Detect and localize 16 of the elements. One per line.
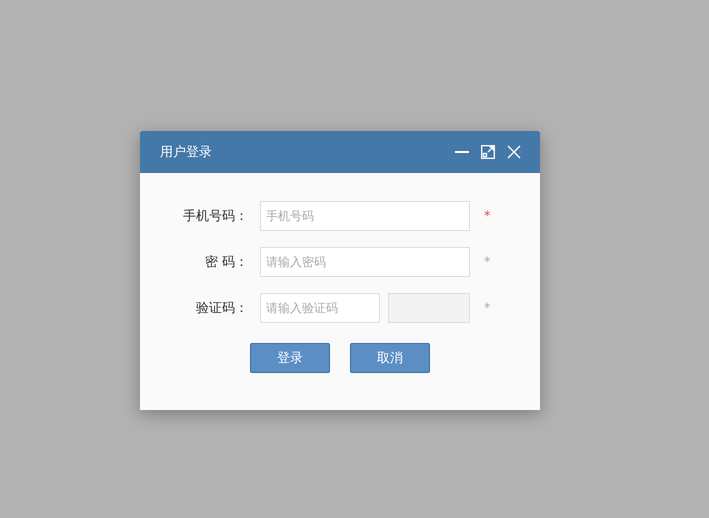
required-mark: * [484,208,490,224]
password-input[interactable]: 请输入密码 [260,247,470,277]
field-label: 验证码： [195,300,248,317]
close-button[interactable] [506,144,522,160]
captcha-input[interactable]: 请输入验证码 [260,293,380,323]
maximize-button[interactable] [480,144,496,160]
phone-input[interactable]: 手机号码 [260,201,470,231]
close-icon [507,145,521,159]
field-label: 手机号码： [182,208,248,225]
login-button[interactable]: 登录 [250,343,330,373]
maximize-icon [481,145,495,159]
cancel-button[interactable]: 取消 [350,343,430,373]
required-mark: * [484,254,490,270]
dialog-title: 用户登录 [160,144,213,161]
field-label: 密 码： [204,254,248,271]
required-mark: * [484,300,490,316]
